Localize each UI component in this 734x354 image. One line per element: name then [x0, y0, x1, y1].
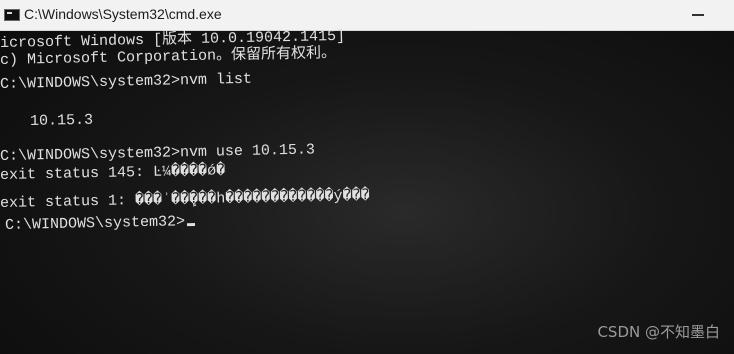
console-line-installed-version: 10.15.3: [29, 111, 94, 130]
window-title-bar[interactable]: C:\Windows\System32\cmd.exe: [0, 0, 734, 31]
cmd-app-icon: [4, 9, 20, 21]
console-line-exit-status-145: exit status 145: Ŀ¼����ǿ�: [0, 162, 226, 184]
photographed-screen: C:\Windows\System32\cmd.exe icrosoft Win…: [0, 0, 734, 354]
text-cursor: [187, 223, 196, 227]
console-line-exit-status-1: exit status 1: ���ʾ��ܾ���һ������������ý�…: [0, 187, 370, 212]
window-title: C:\Windows\System32\cmd.exe: [24, 6, 222, 22]
console-line-nvm-list-command: C:\WINDOWS\system32>nvm list: [0, 70, 253, 93]
csdn-watermark: CSDN @不知墨白: [597, 323, 720, 341]
minimize-button[interactable]: [684, 5, 712, 25]
console-output[interactable]: icrosoft Windows [版本 10.0.19042.1415] c)…: [0, 28, 734, 354]
console-line-prompt[interactable]: C:\WINDOWS\system32>: [4, 213, 196, 234]
prompt-text: C:\WINDOWS\system32>: [4, 213, 186, 234]
